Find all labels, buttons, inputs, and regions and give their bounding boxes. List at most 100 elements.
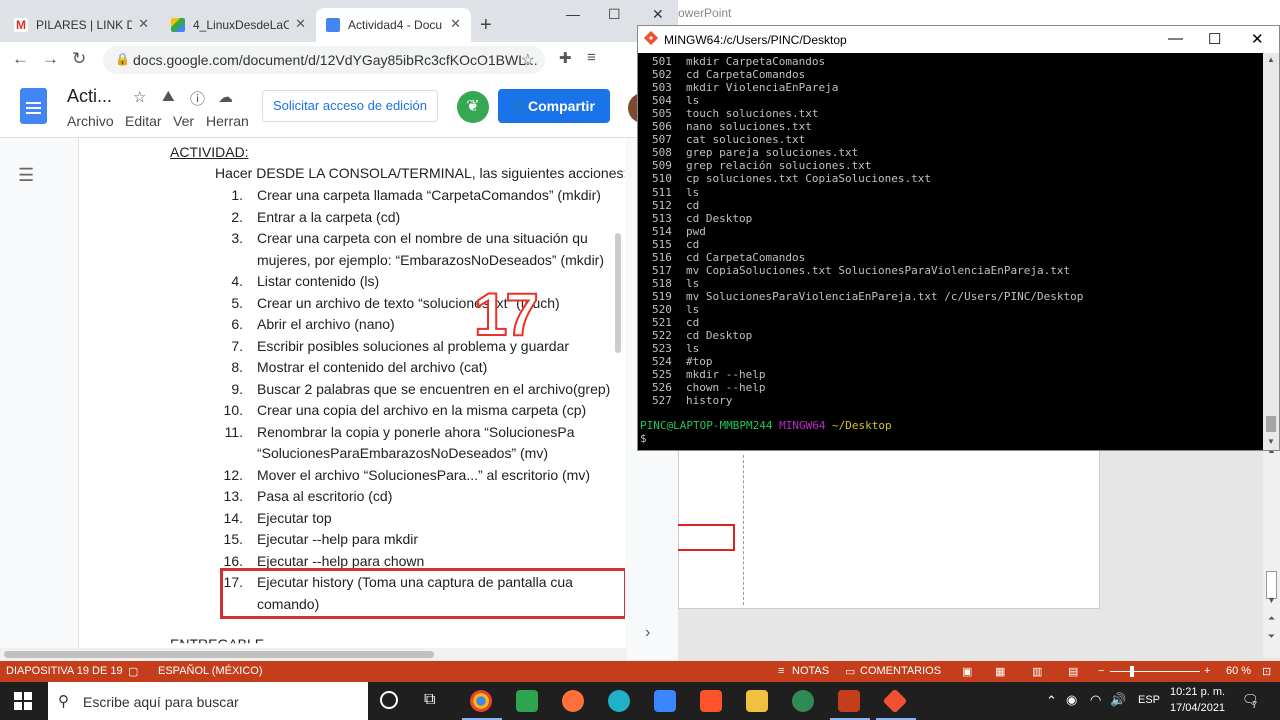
slide-red-rectangle[interactable] [676, 524, 735, 551]
language-indicator[interactable]: ESP [1138, 694, 1160, 706]
powerpoint-title: owerPoint [678, 6, 732, 20]
reading-view-icon[interactable]: ▥ [1032, 665, 1042, 678]
file-explorer-taskbar-icon[interactable] [746, 690, 768, 712]
document-outline-icon[interactable]: ☰ [18, 165, 34, 186]
horizontal-scrollbar[interactable] [0, 648, 627, 661]
next-slide-icon[interactable]: ⏷ [1263, 631, 1280, 645]
new-tab-button[interactable]: + [480, 14, 492, 37]
history-command: cd [686, 237, 700, 251]
terminal-output[interactable]: 501 mkdir CarpetaComandos 502 cd CarpetaCom… [638, 53, 1263, 450]
lock-icon[interactable]: 🔒 [115, 52, 130, 66]
slide-scrollbar[interactable]: ▲ ▼ ⏶ ⏷ [1263, 445, 1280, 658]
comments-icon[interactable]: ▭ [845, 665, 855, 678]
minimize-icon[interactable]: — [1168, 30, 1183, 47]
slide-canvas[interactable] [678, 445, 1100, 609]
url-text[interactable]: docs.google.com/document/d/12VdYGay85ibR… [133, 52, 538, 68]
brave-taskbar-icon[interactable] [700, 690, 722, 712]
word-taskbar-icon[interactable] [654, 690, 676, 712]
scroll-up-icon[interactable]: ▲ [1263, 55, 1279, 64]
close-window-icon[interactable]: ✕ [1251, 30, 1264, 48]
history-number: 516 [652, 250, 672, 264]
slide-sorter-icon[interactable]: ▦ [995, 665, 1005, 678]
tab-linux[interactable]: 4_LinuxDesdeLaCo ✕ [161, 8, 316, 42]
scrollbar-thumb[interactable] [1266, 416, 1276, 432]
spellcheck-icon[interactable]: ▢ [128, 665, 138, 678]
menu-archivo[interactable]: Archivo [67, 113, 114, 129]
chevron-up-icon[interactable]: ⌃ [1046, 693, 1057, 709]
tab-actividad4[interactable]: Actividad4 - Docu ✕ [316, 8, 471, 42]
reload-icon[interactable]: ↻ [72, 49, 86, 69]
wifi-icon[interactable]: ◠ [1090, 692, 1101, 708]
list-text: Ejecutar --help para chown [257, 552, 425, 569]
close-icon[interactable]: ✕ [138, 16, 149, 32]
media-control-icon[interactable]: ≡ [587, 49, 596, 66]
git-bash-taskbar-icon[interactable] [882, 688, 908, 714]
zoom-in-icon[interactable]: + [1204, 665, 1210, 677]
chrome-taskbar-icon[interactable] [470, 690, 492, 712]
share-button[interactable]: 👤 Compartir [498, 89, 610, 123]
taskbar-search[interactable]: ⚲ Escribe aquí para buscar [48, 682, 368, 720]
history-line: 521 cd [640, 316, 699, 329]
extension-leaf-icon[interactable]: ❦ [457, 91, 489, 123]
minimize-icon[interactable]: — [566, 6, 580, 22]
close-icon[interactable]: ✕ [450, 16, 461, 32]
clock-time[interactable]: 10:21 p. m. [1170, 686, 1225, 698]
firefox-taskbar-icon[interactable] [562, 690, 584, 712]
back-icon[interactable]: ← [12, 49, 29, 69]
tab-strip: M PILARES | LINK DE ✕ 4_LinuxDesdeLaCo ✕… [0, 0, 678, 42]
docs-logo-icon[interactable] [20, 88, 47, 124]
list-number: 9. [231, 380, 243, 397]
info-icon[interactable]: ⓘ [190, 88, 205, 109]
fit-slide-icon[interactable]: ⊡ [1262, 665, 1271, 678]
list-text: Crear una carpeta con el nombre de una s… [257, 230, 588, 246]
close-window-icon[interactable]: ✕ [652, 6, 664, 23]
cortana-icon[interactable] [380, 691, 398, 709]
scroll-down-icon[interactable]: ▼ [1263, 595, 1280, 609]
prev-slide-icon[interactable]: ⏶ [1263, 613, 1280, 627]
clock-date[interactable]: 17/04/2021 [1170, 702, 1225, 714]
command-input-line[interactable]: $ [640, 432, 647, 445]
document-title[interactable]: Acti... [67, 86, 112, 107]
sheets-taskbar-icon[interactable] [516, 690, 538, 712]
star-icon[interactable]: ☆ [133, 88, 146, 106]
edge-taskbar-icon[interactable] [608, 690, 630, 712]
normal-view-icon[interactable]: ▣ [962, 665, 972, 678]
maximize-icon[interactable]: ☐ [1208, 30, 1221, 48]
volume-icon[interactable]: 🔊 [1110, 692, 1126, 708]
zoom-out-icon[interactable]: − [1098, 665, 1104, 677]
comments-button[interactable]: COMENTARIOS [860, 665, 941, 677]
tab-pilares[interactable]: M PILARES | LINK DE ✕ [4, 8, 159, 42]
scrollbar-thumb[interactable] [615, 233, 621, 353]
windows-start-icon[interactable] [14, 692, 32, 710]
document-page[interactable]: ACTIVIDAD: Hacer DESDE LA CONSOLA/TERMIN… [78, 138, 625, 661]
chevron-right-icon[interactable]: › [645, 624, 650, 642]
slideshow-icon[interactable]: ▤ [1068, 665, 1078, 678]
scroll-down-icon[interactable]: ▼ [1263, 437, 1279, 446]
menu-herramientas[interactable]: Herran [206, 113, 249, 129]
maximize-icon[interactable]: ☐ [608, 6, 621, 23]
zoom-slider[interactable] [1110, 671, 1200, 672]
menu-ver[interactable]: Ver [173, 113, 194, 129]
menu-editar[interactable]: Editar [125, 113, 162, 129]
notes-button[interactable]: NOTAS [792, 665, 829, 677]
terminal-scrollbar[interactable]: ▲ ▼ [1263, 53, 1279, 450]
drive-move-icon[interactable]: ⛰ [162, 88, 175, 105]
request-edit-button[interactable]: Solicitar acceso de edición [262, 90, 438, 122]
chrome-profile-taskbar-icon[interactable] [792, 690, 814, 712]
security-icon[interactable]: ◉ [1066, 692, 1077, 708]
cloud-status-icon[interactable]: ☁ [218, 88, 233, 106]
forward-icon[interactable]: → [42, 49, 59, 69]
terminal-window[interactable]: MINGW64:/c/Users/PINC/Desktop — ☐ ✕ 501 m… [637, 25, 1280, 451]
powerpoint-taskbar-icon[interactable] [838, 690, 860, 712]
terminal-titlebar[interactable]: MINGW64:/c/Users/PINC/Desktop — ☐ ✕ [638, 26, 1279, 53]
notes-icon[interactable]: ≡ [778, 665, 784, 677]
close-icon[interactable]: ✕ [295, 16, 306, 32]
zoom-slider-thumb[interactable] [1130, 666, 1134, 677]
language-indicator[interactable]: ESPAÑOL (MÉXICO) [158, 665, 263, 677]
extensions-icon[interactable]: ✚ [559, 49, 572, 67]
bookmark-star-icon[interactable]: ☆ [521, 50, 535, 70]
zoom-level[interactable]: 60 % [1226, 665, 1251, 677]
task-view-icon[interactable]: ⧉ [424, 691, 435, 709]
scrollbar-thumb[interactable] [4, 651, 434, 658]
address-bar[interactable]: 🔒 docs.google.com/document/d/12VdYGay85i… [103, 46, 545, 74]
